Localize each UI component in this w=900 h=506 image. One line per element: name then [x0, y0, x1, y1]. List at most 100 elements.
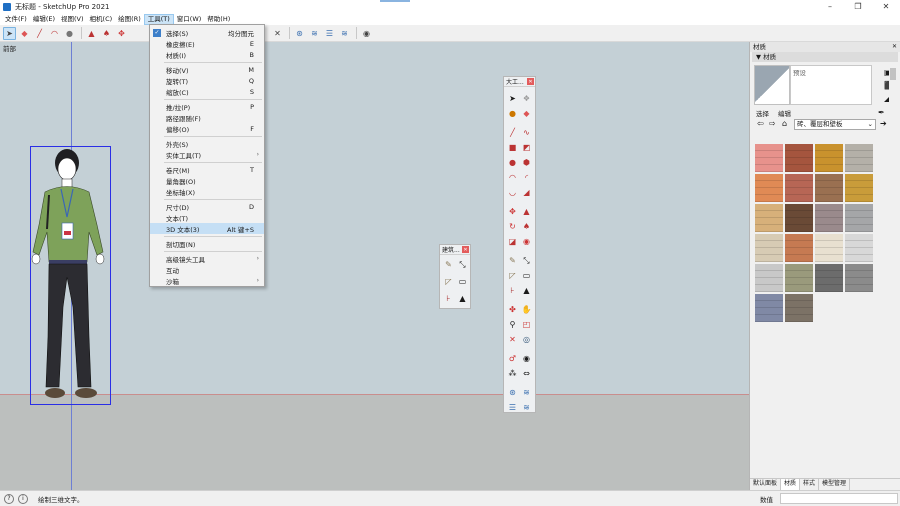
- layout-icon[interactable]: ☰: [507, 402, 518, 413]
- material-swatch[interactable]: [815, 204, 843, 232]
- material-swatch[interactable]: [755, 264, 783, 292]
- tray-tab-default[interactable]: 默认面板: [750, 479, 782, 490]
- menu-paint[interactable]: 材质(I) B: [150, 49, 264, 60]
- zoom-extents-icon[interactable]: ✕: [271, 27, 284, 40]
- zoom-icon[interactable]: ⚲: [507, 319, 518, 330]
- scene-tab-label[interactable]: 前部: [3, 43, 16, 53]
- eraser-tool-icon[interactable]: ◆: [18, 27, 31, 40]
- push-pull-icon[interactable]: ▲: [521, 206, 532, 217]
- menu-window[interactable]: 窗口(W): [174, 14, 205, 25]
- materials-panel-title[interactable]: ▼ 材质: [752, 52, 898, 62]
- tray-tab-materials[interactable]: 材质: [781, 479, 801, 490]
- menu-tape-measure[interactable]: 卷尺(M) T: [150, 164, 264, 175]
- protractor-icon[interactable]: ◸: [443, 276, 454, 287]
- look-around-icon[interactable]: ◉: [521, 353, 532, 364]
- move-tool-icon[interactable]: ✥: [115, 27, 128, 40]
- tray-tab-styles[interactable]: 样式: [800, 479, 820, 490]
- position-camera-icon[interactable]: ♂: [507, 353, 518, 364]
- material-swatch[interactable]: [755, 294, 783, 322]
- select-icon[interactable]: ➤: [507, 93, 518, 104]
- menu-edit[interactable]: 编辑(E): [30, 14, 58, 25]
- text-icon[interactable]: ▭: [457, 276, 468, 287]
- menu-3d-text[interactable]: 3D 文本(3) Alt 键+S: [150, 223, 264, 234]
- extension-icon[interactable]: ≋: [308, 27, 321, 40]
- eraser-icon[interactable]: ◆: [521, 108, 532, 119]
- tape-measure-icon[interactable]: ✎: [507, 255, 518, 266]
- menu-camera[interactable]: 相机(C): [87, 14, 116, 25]
- two-point-arc-icon[interactable]: ◜: [521, 172, 532, 183]
- pie-icon[interactable]: ◢: [521, 187, 532, 198]
- material-category-select[interactable]: 砖、覆层和壁板 ⌄: [794, 119, 876, 130]
- construction-toolset-close-button[interactable]: ✕: [462, 246, 469, 253]
- material-swatch[interactable]: [845, 204, 873, 232]
- material-swatch[interactable]: [845, 174, 873, 202]
- measurements-input[interactable]: [780, 493, 898, 504]
- menu-protractor[interactable]: 量角器(O): [150, 175, 264, 186]
- follow-me-icon[interactable]: ♠: [100, 27, 113, 40]
- large-toolset-header[interactable]: 大工... ✕: [504, 77, 535, 87]
- warehouse-icon[interactable]: ⊛: [293, 27, 306, 40]
- warehouse-icon[interactable]: ⊛: [507, 387, 518, 398]
- menu-text[interactable]: 文本(T): [150, 212, 264, 223]
- line-tool-icon[interactable]: ╱: [33, 27, 46, 40]
- menu-advanced-camera[interactable]: 高级镜头工具 ›: [150, 253, 264, 264]
- axes-icon[interactable]: ⊦: [443, 293, 454, 304]
- dimension-icon[interactable]: ⤡: [521, 255, 532, 266]
- material-swatch[interactable]: [785, 234, 813, 262]
- arc-tool-icon[interactable]: ◠: [48, 27, 61, 40]
- back-arrow-icon[interactable]: ⇦: [757, 119, 764, 128]
- menu-sandbox[interactable]: 沙箱 ›: [150, 275, 264, 286]
- construction-toolset-header[interactable]: 建筑... ✕: [440, 245, 470, 255]
- component-icon[interactable]: ❖: [521, 93, 532, 104]
- 3d-text-icon[interactable]: ▲: [457, 293, 468, 304]
- move-icon[interactable]: ✥: [507, 206, 518, 217]
- person-component[interactable]: [30, 146, 111, 405]
- extension-manager-icon[interactable]: ≋: [521, 402, 532, 413]
- material-swatch[interactable]: [755, 234, 783, 262]
- close-button[interactable]: ✕: [872, 0, 900, 13]
- eyedropper-icon[interactable]: ✒: [878, 108, 885, 117]
- menu-solid-tools[interactable]: 实体工具(T) ›: [150, 149, 264, 160]
- menu-tools[interactable]: 工具(T): [143, 13, 174, 25]
- menu-push-pull[interactable]: 推/拉(P) P: [150, 101, 264, 112]
- tray-scrollbar[interactable]: [889, 62, 897, 476]
- material-swatch[interactable]: [785, 174, 813, 202]
- menu-select[interactable]: ✓ 选择(S) 均分图元: [150, 27, 264, 38]
- rotate-icon[interactable]: ↻: [507, 221, 518, 232]
- polygon-icon[interactable]: ⬢: [521, 157, 532, 168]
- menu-file[interactable]: 文件(F): [2, 14, 30, 25]
- menu-interact[interactable]: 互动: [150, 264, 264, 275]
- zoom-window-icon[interactable]: ◰: [521, 319, 532, 330]
- circle-icon[interactable]: ●: [507, 157, 518, 168]
- material-swatch[interactable]: [815, 144, 843, 172]
- axes-icon[interactable]: ⊦: [507, 285, 518, 296]
- layout-icon[interactable]: ☰: [323, 27, 336, 40]
- menu-draw[interactable]: 绘图(R): [115, 14, 144, 25]
- three-point-arc-icon[interactable]: ◡: [507, 187, 518, 198]
- tape-measure-icon[interactable]: ✎: [443, 259, 454, 270]
- menu-offset[interactable]: 偏移(O) F: [150, 123, 264, 134]
- offset-icon[interactable]: ◉: [521, 236, 532, 247]
- rotated-rect-icon[interactable]: ◩: [521, 142, 532, 153]
- stack-icon[interactable]: ≋: [338, 27, 351, 40]
- line-icon[interactable]: ╱: [507, 127, 518, 138]
- menu-follow-me[interactable]: 路径跟随(F): [150, 112, 264, 123]
- material-swatch[interactable]: [785, 204, 813, 232]
- material-swatch[interactable]: [755, 144, 783, 172]
- menu-scale[interactable]: 缩放(C) S: [150, 86, 264, 97]
- menu-outer-shell[interactable]: 外壳(S): [150, 138, 264, 149]
- material-swatch[interactable]: [785, 294, 813, 322]
- dimension-icon[interactable]: ⤡: [457, 259, 468, 270]
- tab-select[interactable]: 选择: [756, 108, 769, 118]
- info-icon[interactable]: i: [18, 493, 28, 504]
- menu-view[interactable]: 视图(V): [58, 14, 87, 25]
- material-swatch[interactable]: [815, 174, 843, 202]
- orbit-icon[interactable]: ✤: [507, 304, 518, 315]
- freehand-icon[interactable]: ∿: [521, 127, 532, 138]
- text-icon[interactable]: ▭: [521, 270, 532, 281]
- tray-pin-icon[interactable]: ✕: [892, 42, 897, 52]
- shape-tool-icon[interactable]: ●: [63, 27, 76, 40]
- maximize-button[interactable]: ❐: [844, 0, 872, 13]
- tray-tab-model-manager[interactable]: 模型管理: [819, 479, 851, 490]
- menu-rotate[interactable]: 旋转(T) Q: [150, 75, 264, 86]
